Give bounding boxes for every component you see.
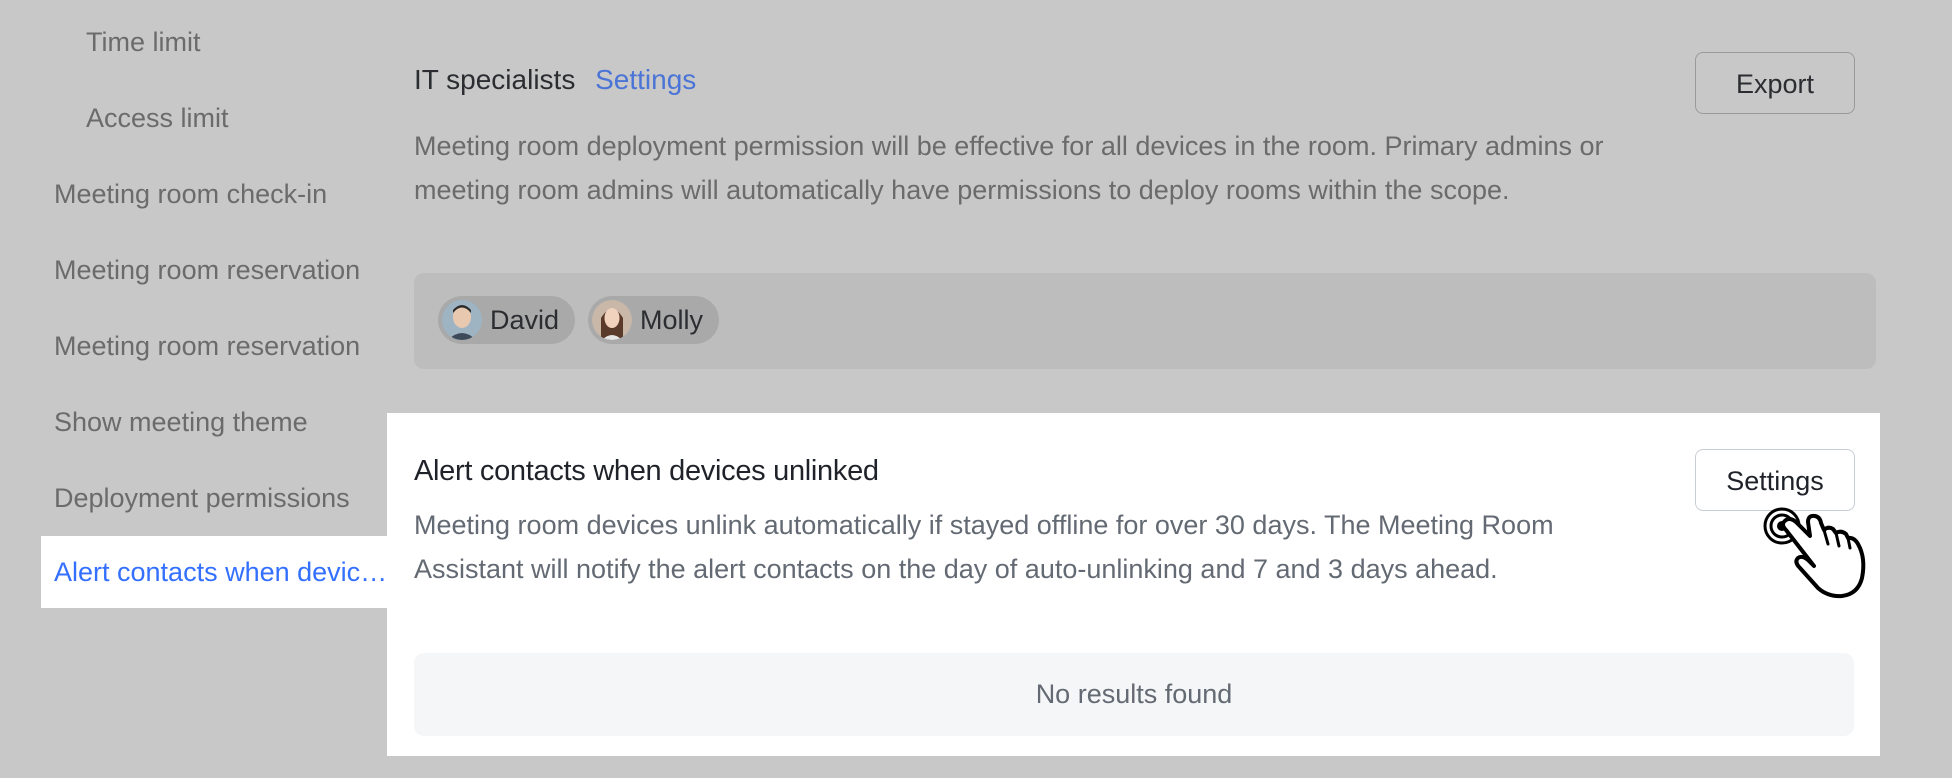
empty-state: No results found: [414, 653, 1854, 736]
it-specialists-label: IT specialists: [414, 64, 576, 95]
export-button[interactable]: Export: [1695, 52, 1855, 114]
sidebar-item-reservation-2[interactable]: Meeting room reservation: [54, 310, 374, 382]
sidebar-item-access-limit[interactable]: Access limit: [86, 82, 406, 154]
sidebar-nav: Time limit Access limit Meeting room che…: [0, 0, 390, 778]
member-name: David: [490, 305, 560, 335]
avatar: [592, 300, 632, 340]
sidebar-item-alert-contacts[interactable]: Alert contacts when devices unlinked: [41, 536, 389, 608]
sidebar-item-show-meeting-theme[interactable]: Show meeting theme: [54, 386, 374, 458]
member-chip-david[interactable]: David: [438, 296, 576, 344]
alert-contacts-description: Meeting room devices unlink automaticall…: [414, 510, 1554, 584]
avatar: [442, 300, 482, 340]
sidebar-item-time-limit[interactable]: Time limit: [86, 6, 406, 78]
section-title-it-specialists: IT specialists Settings: [414, 64, 696, 96]
hand-pointer-icon: [1763, 507, 1866, 599]
member-name: Molly: [640, 305, 704, 335]
alert-contacts-card: Alert contacts when devices unlinked Set…: [387, 413, 1880, 756]
deployment-description: Meeting room deployment permission will …: [414, 131, 1604, 205]
sidebar-item-check-in[interactable]: Meeting room check-in: [54, 158, 374, 230]
sidebar-item-deployment-permissions[interactable]: Deployment permissions: [54, 462, 374, 534]
member-list: David Molly: [414, 273, 1876, 369]
sidebar-item-reservation[interactable]: Meeting room reservation: [54, 234, 374, 306]
alert-contacts-title: Alert contacts when devices unlinked: [414, 455, 879, 487]
it-specialists-settings-link[interactable]: Settings: [595, 64, 696, 95]
member-chip-molly[interactable]: Molly: [588, 296, 720, 344]
